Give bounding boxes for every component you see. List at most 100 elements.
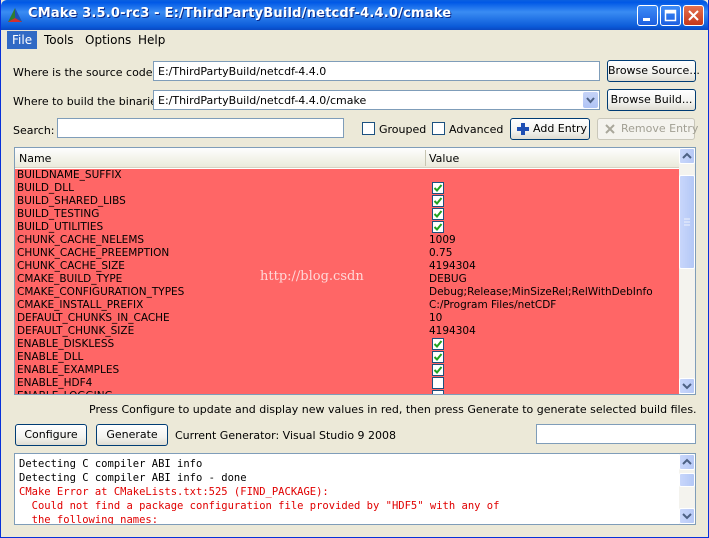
cache-table[interactable]: Name Value BUILDNAME_SUFFIX BUILD_DLL BUIL…: [14, 147, 696, 395]
menu-options[interactable]: Options: [81, 33, 135, 47]
row-name: CHUNK_CACHE_SIZE: [17, 260, 125, 272]
source-label: Where is the source code:: [13, 66, 157, 79]
table-row[interactable]: BUILD_DLL: [15, 182, 680, 195]
table-scrollbar[interactable]: [679, 148, 695, 394]
chevron-up-icon: [682, 152, 692, 159]
minimize-button[interactable]: [637, 5, 658, 26]
row-name: CHUNK_CACHE_NELEMS: [17, 234, 145, 246]
add-entry-button[interactable]: Add Entry: [510, 118, 590, 140]
minimize-icon: [643, 18, 650, 21]
row-name: BUILD_UTILITIES: [17, 221, 104, 233]
column-separator[interactable]: [425, 150, 426, 166]
log-line: Detecting C compiler ABI info - done: [19, 472, 247, 484]
value-checkbox[interactable]: [432, 338, 444, 350]
row-value: 4194304: [429, 325, 476, 337]
title-bar[interactable]: CMake 3.5.0-rc3 - E:/ThirdPartyBuild/net…: [1, 0, 708, 30]
value-checkbox[interactable]: [432, 390, 444, 394]
search-label: Search:: [13, 124, 55, 137]
table-row[interactable]: CHUNK_CACHE_PREEMPTION 0.75: [15, 247, 680, 260]
scroll-thumb[interactable]: [679, 175, 695, 269]
table-row[interactable]: DEFAULT_CHUNK_SIZE 4194304: [15, 325, 680, 338]
row-value: 1009: [429, 234, 456, 246]
table-row[interactable]: CHUNK_CACHE_NELEMS 1009: [15, 234, 680, 247]
value-checkbox[interactable]: [432, 195, 444, 207]
menu-file[interactable]: File: [7, 31, 38, 49]
current-generator-text: Current Generator: Visual Studio 9 2008: [175, 429, 397, 442]
scroll-up-button[interactable]: [679, 148, 695, 164]
grouped-checkbox[interactable]: [362, 122, 375, 135]
remove-x-icon: [605, 124, 615, 134]
checkmark-icon: [433, 197, 443, 205]
status-message: Press Configure to update and display ne…: [89, 403, 697, 416]
checkmark-icon: [433, 223, 443, 231]
cmake-triangle-icon: [8, 8, 22, 22]
row-value: C:/Program Files/netCDF: [429, 299, 557, 311]
checkmark-icon: [433, 366, 443, 374]
log-error-line: CMake Error at CMakeLists.txt:525 (FIND_…: [19, 486, 329, 498]
maximize-button[interactable]: [660, 5, 681, 26]
table-row[interactable]: BUILDNAME_SUFFIX: [15, 169, 680, 182]
row-value: DEBUG: [429, 273, 467, 285]
search-input[interactable]: [57, 118, 344, 138]
remove-entry-label: Remove Entry: [621, 122, 699, 135]
name-column-header[interactable]: Name: [19, 152, 51, 165]
checkmark-icon: [433, 340, 443, 348]
configure-button[interactable]: Configure: [15, 424, 87, 446]
row-name: ENABLE_DISKLESS: [17, 338, 115, 350]
generate-button[interactable]: Generate: [96, 424, 168, 446]
table-row[interactable]: DEFAULT_CHUNKS_IN_CACHE 10: [15, 312, 680, 325]
output-scrollbar[interactable]: [679, 454, 695, 524]
build-path-combo[interactable]: E:/ThirdPartyBuild/netcdf-4.4.0/cmake: [153, 90, 600, 110]
table-row[interactable]: ENABLE_DISKLESS: [15, 338, 680, 351]
output-filter-input[interactable]: [536, 424, 696, 444]
window-title: CMake 3.5.0-rc3 - E:/ThirdPartyBuild/net…: [28, 6, 452, 21]
table-row[interactable]: CMAKE_INSTALL_PREFIX C:/Program Files/net…: [15, 299, 680, 312]
source-path-input[interactable]: E:/ThirdPartyBuild/netcdf-4.4.0: [153, 61, 600, 81]
value-checkbox[interactable]: [432, 182, 444, 194]
table-row[interactable]: BUILD_TESTING: [15, 208, 680, 221]
table-header: Name Value: [15, 148, 680, 168]
log-error-line: Could not find a package configuration f…: [19, 500, 500, 512]
value-checkbox[interactable]: [432, 377, 444, 389]
row-name: ENABLE_DLL: [17, 351, 84, 363]
remove-entry-button[interactable]: Remove Entry: [597, 118, 699, 140]
scroll-down-button[interactable]: [679, 378, 695, 394]
output-log[interactable]: Detecting C compiler ABI info Detecting …: [14, 453, 696, 525]
row-name: CMAKE_BUILD_TYPE: [17, 273, 123, 285]
row-name: ENABLE_EXAMPLES: [17, 364, 120, 376]
table-row[interactable]: BUILD_SHARED_LIBS: [15, 195, 680, 208]
cmake-window: CMake 3.5.0-rc3 - E:/ThirdPartyBuild/net…: [0, 0, 709, 538]
value-checkbox[interactable]: [432, 208, 444, 220]
chevron-up-icon: [682, 458, 692, 465]
table-row[interactable]: ENABLE_HDF4: [15, 377, 680, 390]
row-value: 10: [429, 312, 443, 324]
menu-help[interactable]: Help: [134, 33, 169, 47]
table-row[interactable]: ENABLE_LOGGING: [15, 390, 680, 394]
advanced-checkbox[interactable]: [432, 122, 445, 135]
table-row[interactable]: ENABLE_EXAMPLES: [15, 364, 680, 377]
row-name: BUILD_DLL: [17, 182, 74, 194]
checkmark-icon: [433, 353, 443, 361]
log-line: Detecting C compiler ABI info: [19, 458, 203, 470]
value-checkbox[interactable]: [432, 364, 444, 376]
scroll-up-button[interactable]: [679, 454, 695, 470]
value-column-header[interactable]: Value: [429, 152, 459, 165]
value-checkbox[interactable]: [432, 351, 444, 363]
row-name: DEFAULT_CHUNKS_IN_CACHE: [17, 312, 170, 324]
close-button[interactable]: [683, 5, 704, 26]
row-name: CMAKE_INSTALL_PREFIX: [17, 299, 144, 311]
table-row[interactable]: ENABLE_DLL: [15, 351, 680, 364]
browse-build-button[interactable]: Browse Build...: [607, 89, 696, 111]
menu-tools[interactable]: Tools: [40, 33, 78, 47]
row-value: 0.75: [429, 247, 453, 259]
table-row[interactable]: BUILD_UTILITIES: [15, 221, 680, 234]
row-name: DEFAULT_CHUNK_SIZE: [17, 325, 135, 337]
value-checkbox[interactable]: [432, 221, 444, 233]
table-row[interactable]: CMAKE_CONFIGURATION_TYPES Debug;Release;M…: [15, 286, 680, 299]
maximize-icon: [664, 9, 677, 22]
combo-dropdown-button[interactable]: [583, 92, 598, 108]
scroll-thumb[interactable]: [679, 473, 695, 487]
scroll-down-button[interactable]: [679, 508, 695, 524]
build-label: Where to build the binaries:: [13, 95, 167, 108]
browse-source-button[interactable]: Browse Source...: [607, 60, 700, 82]
